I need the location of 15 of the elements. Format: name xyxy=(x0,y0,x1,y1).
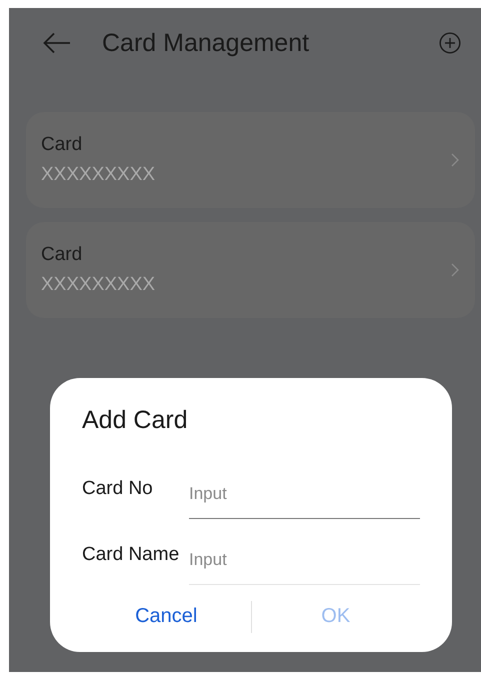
card-number: XXXXXXXXX xyxy=(41,164,156,186)
back-arrow-icon[interactable] xyxy=(43,32,71,54)
field-label: Card Name xyxy=(82,543,180,566)
field-label: Card No xyxy=(82,477,154,500)
dialog-button[interactable]: Cancel xyxy=(82,599,250,634)
card-name: Card xyxy=(41,134,84,156)
card-number: XXXXXXXXX xyxy=(41,274,156,296)
page-title: Card Management xyxy=(102,28,310,58)
card-item[interactable]: Card XXXXXXXXX xyxy=(26,222,475,318)
card-name: Card xyxy=(41,244,84,266)
dialog-title: Add Card xyxy=(82,406,189,435)
card-item[interactable]: Card XXXXXXXXX xyxy=(26,112,475,208)
add-icon[interactable] xyxy=(439,32,461,54)
chevron-right-icon xyxy=(451,153,459,167)
chevron-right-icon xyxy=(451,263,459,277)
